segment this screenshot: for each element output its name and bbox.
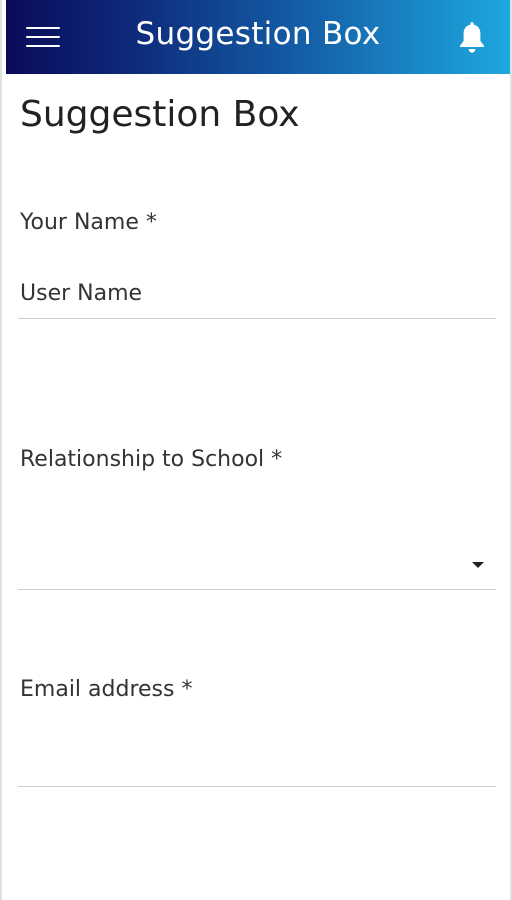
email-field-underline xyxy=(18,786,496,787)
email-field-label: Email address * xyxy=(20,677,193,702)
app-bar-title: Suggestion Box xyxy=(135,16,381,52)
name-field-underline xyxy=(18,318,496,319)
page-title: Suggestion Box xyxy=(20,94,300,135)
chevron-down-icon[interactable] xyxy=(472,562,484,568)
relationship-select[interactable] xyxy=(18,520,496,590)
relationship-field-underline xyxy=(18,589,496,590)
email-field[interactable] xyxy=(18,740,496,776)
name-field-label: Your Name * xyxy=(20,210,157,235)
app-bar: Suggestion Box xyxy=(6,0,510,74)
screen: Suggestion Box Suggestion Box Your Name … xyxy=(0,0,512,900)
bell-icon[interactable] xyxy=(458,20,486,54)
relationship-field-label: Relationship to School * xyxy=(20,447,283,472)
name-field[interactable] xyxy=(18,276,496,310)
